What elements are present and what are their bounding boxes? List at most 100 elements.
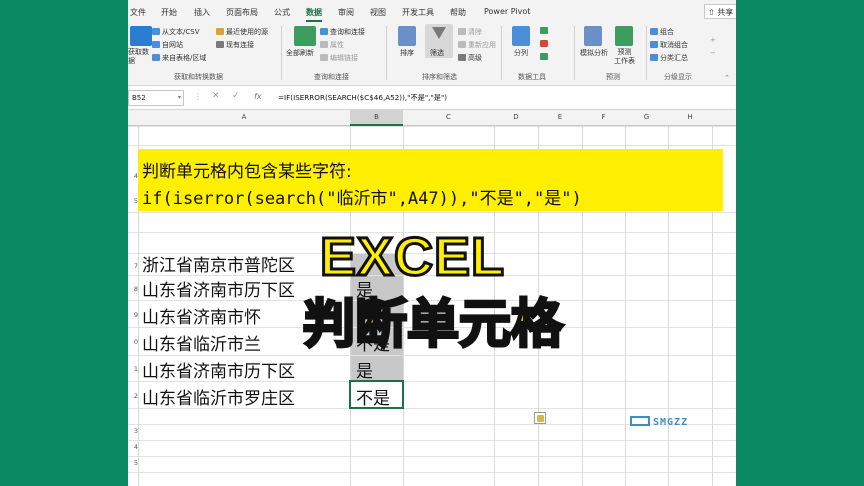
cell-b-result[interactable]: 不是 <box>356 384 390 409</box>
tab-power-pivot[interactable]: Power Pivot <box>484 7 530 16</box>
data-validation-glyph <box>540 53 548 60</box>
forecast-sheet-button[interactable]: 预测 工作表 <box>614 48 635 66</box>
reapply-icon <box>458 41 466 48</box>
properties-label: 属性 <box>330 41 344 49</box>
column-header-e[interactable]: E <box>538 113 582 121</box>
cell-a-address[interactable]: 山东省济南市历下区 <box>142 357 295 382</box>
group-label-forecast: 预测 <box>606 73 620 81</box>
group-divider <box>501 26 502 80</box>
ungroup-icon <box>650 41 658 48</box>
row-header[interactable]: 1 <box>128 365 138 373</box>
recent-sources-button[interactable]: 最近使用的源 <box>216 27 268 37</box>
cell-a-address[interactable]: 山东省济南市怀 <box>142 303 261 328</box>
flash-fill-icon[interactable] <box>540 27 550 35</box>
sort-button[interactable]: 排序 <box>400 48 414 58</box>
from-table-label: 来自表格/区域 <box>162 54 207 62</box>
tab-formulas[interactable]: 公式 <box>274 7 290 18</box>
column-header-b[interactable]: B <box>350 113 403 121</box>
clear-button[interactable]: 清除 <box>458 27 482 37</box>
collapse-ribbon-icon[interactable]: ⌃ <box>724 74 730 82</box>
hide-detail-icon[interactable]: − <box>710 49 716 57</box>
cell-a-address[interactable]: 浙江省南京市普陀区 <box>142 251 295 276</box>
tab-file[interactable]: 文件 <box>130 7 146 18</box>
column-header-a[interactable]: A <box>138 113 350 121</box>
instruction-line-2: if(iserror(search("临沂市",A47)),"不是","是") <box>142 189 582 209</box>
cell-a-address[interactable]: 山东省临沂市兰 <box>142 330 261 355</box>
edit-links-button[interactable]: 编辑链接 <box>320 53 358 63</box>
show-detail-icon[interactable]: + <box>710 36 716 44</box>
recent-sources-label: 最近使用的源 <box>226 28 268 36</box>
row-header[interactable]: 3 <box>128 427 138 435</box>
row-header[interactable]: 5 <box>128 197 138 205</box>
paste-options-icon[interactable] <box>534 412 546 424</box>
column-header-h[interactable]: H <box>668 113 712 121</box>
enter-check-icon[interactable]: ✓ <box>232 91 240 101</box>
what-if-button[interactable]: 模拟分析 <box>580 48 608 58</box>
share-button[interactable]: ⇧ 共享 <box>704 4 736 19</box>
column-header-f[interactable]: F <box>582 113 625 121</box>
advanced-label: 高级 <box>468 54 482 62</box>
group-button[interactable]: 组合 <box>650 27 674 37</box>
existing-connections-button[interactable]: 现有连接 <box>216 40 254 50</box>
cell-b-result[interactable]: 是 <box>356 357 373 382</box>
advanced-button[interactable]: 高级 <box>458 53 482 63</box>
from-web-button[interactable]: 自网站 <box>152 40 183 50</box>
row-header[interactable]: 2 <box>128 392 138 400</box>
group-label-data-tools: 数据工具 <box>518 73 546 81</box>
row-line <box>128 472 736 473</box>
from-web-label: 自网站 <box>162 41 183 49</box>
tab-insert[interactable]: 插入 <box>194 7 210 18</box>
from-text-csv-button[interactable]: 从文本/CSV <box>152 27 199 37</box>
watermark-logo-icon <box>630 416 650 426</box>
properties-button[interactable]: 属性 <box>320 40 344 50</box>
formula-input[interactable]: =IF(ISERROR(SEARCH($C$46,A52)),"不是","是") <box>278 93 447 103</box>
row-header[interactable]: 4 <box>128 443 138 451</box>
row-line <box>128 440 736 441</box>
queries-connections-button[interactable]: 查询和连接 <box>320 27 365 37</box>
tab-page-layout[interactable]: 页面布局 <box>226 7 258 18</box>
name-box[interactable]: B52 <box>128 90 184 106</box>
name-box-dropdown-icon[interactable]: ▾ <box>178 94 181 101</box>
row-header[interactable]: 5 <box>128 459 138 467</box>
group-label-sort-filter: 排序和筛选 <box>422 73 457 81</box>
sort-icon <box>398 26 416 46</box>
table-icon <box>152 54 160 61</box>
filter-button[interactable]: 筛选 <box>425 24 453 58</box>
subtotal-button[interactable]: 分类汇总 <box>650 53 688 63</box>
ungroup-button[interactable]: 取消组合 <box>650 40 688 50</box>
remove-duplicates-icon[interactable] <box>540 40 550 48</box>
data-validation-icon[interactable] <box>540 53 550 61</box>
row-header[interactable]: 9 <box>128 311 138 319</box>
from-table-button[interactable]: 来自表格/区域 <box>152 53 206 63</box>
tab-home[interactable]: 开始 <box>161 7 177 18</box>
text-to-columns-button[interactable]: 分列 <box>514 48 528 58</box>
cell-a-address[interactable]: 山东省临沂市罗庄区 <box>142 384 295 409</box>
refresh-all-button[interactable]: 全部刷新 <box>286 48 314 58</box>
cancel-icon[interactable]: ✕ <box>212 91 220 101</box>
column-header-g[interactable]: G <box>625 113 668 121</box>
flash-fill-glyph <box>540 27 548 34</box>
row-header[interactable]: 4 <box>128 172 138 180</box>
formula-bar-menu-icon[interactable]: ⋮ <box>194 92 202 101</box>
tab-data[interactable]: 数据 <box>306 7 322 22</box>
refresh-all-icon <box>294 26 316 46</box>
tab-developer[interactable]: 开发工具 <box>402 7 434 18</box>
row-header[interactable]: 0 <box>128 338 138 346</box>
edit-links-icon <box>320 54 328 61</box>
column-header-c[interactable]: C <box>403 113 494 121</box>
cell-a-address[interactable]: 山东省济南市历下区 <box>142 276 295 301</box>
tab-review[interactable]: 审阅 <box>338 7 354 18</box>
filter-label: 筛选 <box>430 49 444 57</box>
fx-icon[interactable]: fx <box>254 92 262 101</box>
watermark-text: SMGZZ <box>653 417 689 428</box>
overlay-subtitle: 判断单元格 <box>301 294 564 357</box>
tab-help[interactable]: 帮助 <box>450 7 466 18</box>
reapply-button[interactable]: 重新应用 <box>458 40 496 50</box>
get-data-button[interactable]: 获取数 据 <box>128 48 154 66</box>
connections-icon <box>216 41 224 48</box>
row-header[interactable]: 8 <box>128 285 138 293</box>
column-header-d[interactable]: D <box>494 113 538 121</box>
row-header[interactable]: 7 <box>128 262 138 270</box>
tab-view[interactable]: 视图 <box>370 7 386 18</box>
share-label: 共享 <box>717 8 734 17</box>
